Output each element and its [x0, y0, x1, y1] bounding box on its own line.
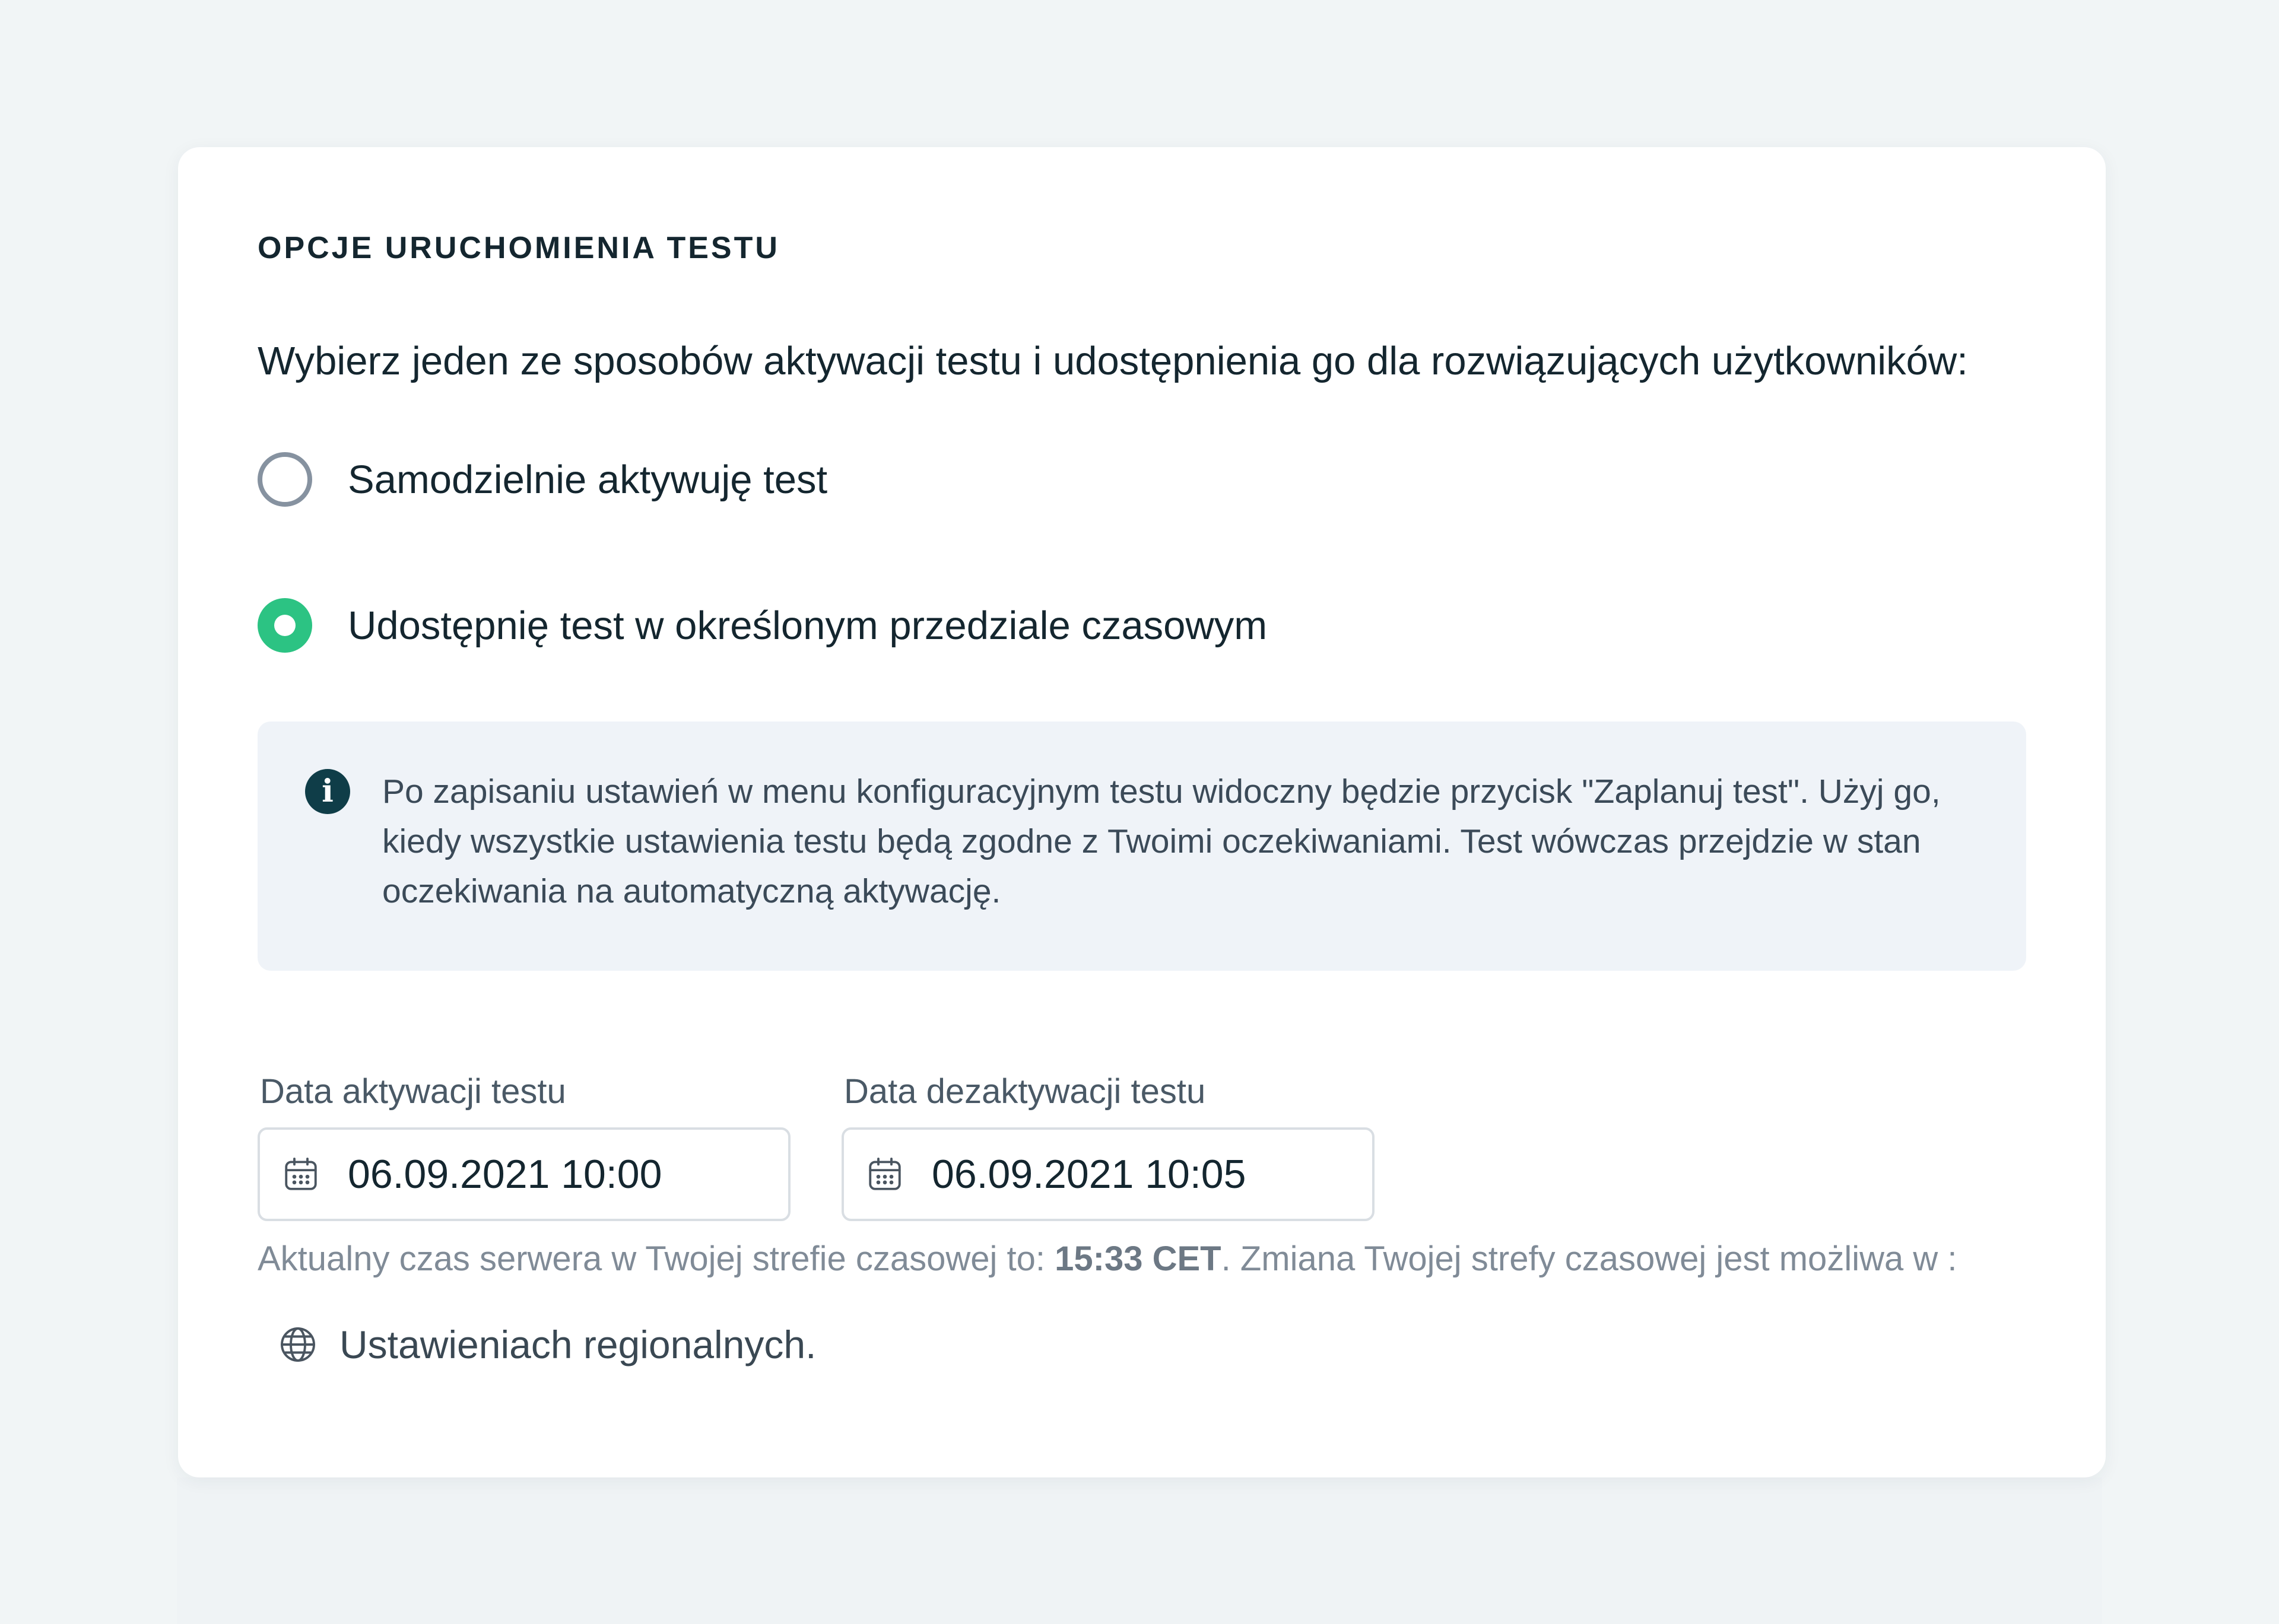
option-label: Samodzielnie aktywuję test: [348, 457, 828, 502]
option-scheduled-window[interactable]: Udostępnię test w określonym przedziale …: [258, 598, 1267, 653]
page-background: [177, 1477, 2102, 1624]
info-notice: i Po zapisaniu ustawień w menu konfigura…: [258, 722, 2026, 971]
launch-options-card: OPCJE URUCHOMIENIA TESTU Wybierz jeden z…: [178, 147, 2106, 1477]
calendar-icon: [869, 1157, 901, 1190]
radio-button-unselected[interactable]: [258, 452, 312, 507]
calendar-icon: [285, 1157, 317, 1190]
radio-button-selected[interactable]: [258, 598, 312, 653]
server-time-note: Aktualny czas serwera w Twojej strefie c…: [258, 1239, 1957, 1279]
activation-date-input[interactable]: 06.09.2021 10:00: [258, 1127, 791, 1221]
radio-dot: [274, 615, 296, 636]
info-icon: i: [305, 769, 350, 814]
server-time-value: 15:33 CET: [1055, 1240, 1221, 1278]
globe-icon: [281, 1327, 315, 1362]
intro-text: Wybierz jeden ze sposobów aktywacji test…: [258, 339, 1968, 383]
regional-settings-link[interactable]: Ustawieniach regionalnych.: [277, 1322, 816, 1367]
server-time-prefix: Aktualny czas serwera w Twojej strefie c…: [258, 1240, 1055, 1278]
deactivation-date-input[interactable]: 06.09.2021 10:05: [842, 1127, 1375, 1221]
option-label: Udostępnię test w określonym przedziale …: [348, 603, 1268, 648]
activation-date-value: 06.09.2021 10:00: [348, 1152, 662, 1197]
info-text: Po zapisaniu ustawień w menu konfiguracy…: [382, 773, 1941, 910]
deactivation-date-value: 06.09.2021 10:05: [932, 1152, 1246, 1197]
deactivation-date-label: Data dezaktywacji testu: [844, 1072, 1206, 1111]
activation-date-label: Data aktywacji testu: [260, 1072, 566, 1111]
section-title: OPCJE URUCHOMIENIA TESTU: [258, 231, 780, 265]
server-time-suffix: . Zmiana Twojej strefy czasowej jest moż…: [1221, 1240, 1957, 1278]
regional-settings-label: Ustawieniach regionalnych.: [339, 1323, 817, 1366]
option-manual-activation[interactable]: Samodzielnie aktywuję test: [258, 452, 827, 507]
